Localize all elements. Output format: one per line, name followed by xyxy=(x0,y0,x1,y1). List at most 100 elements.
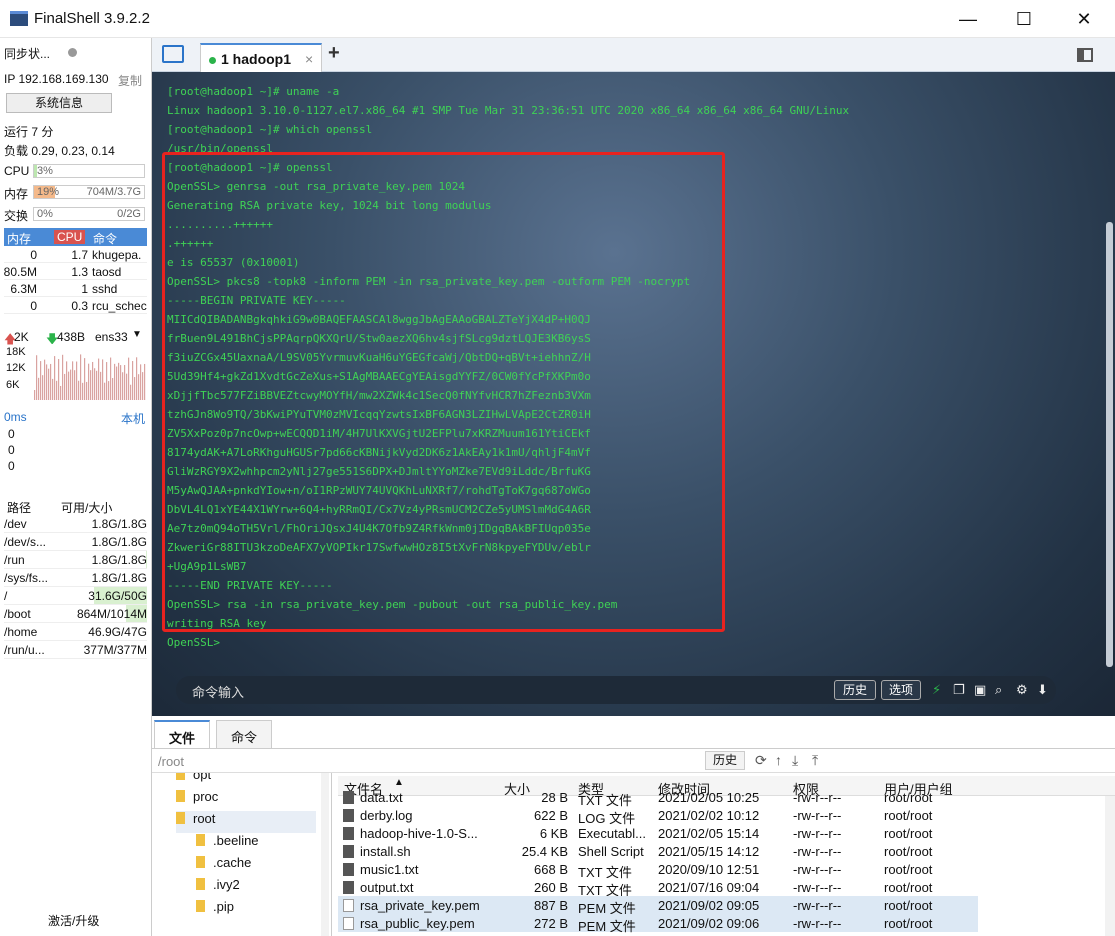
proc-header-mem[interactable]: 内存 xyxy=(7,230,31,247)
file-owner: root/root xyxy=(884,844,933,859)
search-icon[interactable]: ⌕ xyxy=(995,683,1008,696)
net-graph-bar xyxy=(82,382,84,400)
file-name: music1.txt xyxy=(360,862,419,877)
folder-icon xyxy=(176,790,185,802)
tab-commands[interactable]: 命令 xyxy=(216,720,273,749)
file-row[interactable]: output.txt 260 B TXT 文件 2021/07/16 09:04 -rw… xyxy=(338,878,978,898)
disk-path: / xyxy=(4,589,8,603)
add-tab-button[interactable]: + xyxy=(328,42,340,65)
net-graph-bar xyxy=(42,375,44,400)
process-mem: 80.5M xyxy=(3,265,37,279)
tab-close-icon[interactable]: × xyxy=(305,51,313,67)
tab-hadoop1[interactable]: 1 hadoop1 × xyxy=(200,43,322,72)
refresh-icon[interactable]: ⟳ xyxy=(755,752,767,769)
sync-dot-icon xyxy=(68,48,77,57)
disk-size: 1.8G/1.8G xyxy=(91,517,147,531)
tree-scrollbar[interactable] xyxy=(321,773,329,936)
net-down: 438B xyxy=(57,330,86,344)
file-mtime: 2021/02/02 10:12 xyxy=(658,808,760,823)
file-row[interactable]: rsa_public_key.pem 272 B PEM 文件 2021/09/02 … xyxy=(338,914,978,934)
path-history-button[interactable]: 历史 xyxy=(705,751,745,770)
net-graph-bar xyxy=(66,361,68,400)
folder-icon xyxy=(196,834,205,846)
net-graph-bar xyxy=(56,380,58,400)
file-perm: -rw-r--r-- xyxy=(793,916,842,931)
txt-file-icon xyxy=(343,881,354,894)
process-row[interactable]: 0 1.7 khugepa. xyxy=(4,246,147,263)
folder-open-icon[interactable] xyxy=(162,45,184,63)
net-graph-bar xyxy=(110,357,112,400)
lightning-icon[interactable]: ⚡ xyxy=(932,683,945,696)
terminal-line: [root@hadoop1 ~]# uname -a xyxy=(167,85,340,98)
net-graph-bar xyxy=(126,373,128,400)
tree-item[interactable]: opt xyxy=(176,773,211,789)
net-graph-bar xyxy=(38,377,40,400)
close-button[interactable]: ✕ xyxy=(1061,4,1107,34)
path-input[interactable]: /root xyxy=(158,754,184,769)
sort-up-icon: ▲ xyxy=(394,777,404,788)
file-row[interactable]: derby.log 622 B LOG 文件 2021/02/02 10:12 -rw-… xyxy=(338,806,978,826)
tree-item[interactable]: .ivy2 xyxy=(196,877,240,899)
file-list-scrollbar[interactable] xyxy=(1105,796,1115,936)
process-row[interactable]: 80.5M 1.3 taosd xyxy=(4,263,147,280)
net-graph-bar xyxy=(106,362,108,400)
file-size: 622 B xyxy=(534,808,568,823)
net-graph-bar xyxy=(76,361,78,400)
proc-header-cmd[interactable]: 命令 xyxy=(93,230,117,247)
disk-row: /run/u... 377M/377M xyxy=(4,641,147,659)
paste-icon[interactable]: ▣ xyxy=(974,683,987,696)
cpu-meter: 3% xyxy=(33,164,145,178)
disk-size: 1.8G/1.8G xyxy=(91,571,147,585)
exe-file-icon xyxy=(343,827,354,840)
net-graph-bar xyxy=(90,370,92,400)
tree-item[interactable]: .cache xyxy=(196,855,251,877)
file-row[interactable]: install.sh 25.4 KB Shell Script 2021/05/15 … xyxy=(338,842,978,860)
process-table-header: 内存 CPU 命令 xyxy=(4,228,147,246)
file-name: install.sh xyxy=(360,844,411,859)
file-perm: -rw-r--r-- xyxy=(793,826,842,841)
load-average: 负载 0.29, 0.23, 0.14 xyxy=(4,144,115,158)
tree-item[interactable]: .beeline xyxy=(196,833,259,855)
chevron-down-icon[interactable]: ▼ xyxy=(132,329,142,340)
path-bar: /root 历史 ⟳ ↑ ⤓ ⤒ xyxy=(152,749,1115,773)
file-owner: root/root xyxy=(884,898,933,913)
process-row[interactable]: 6.3M 1 sshd xyxy=(4,280,147,297)
net-graph-bar xyxy=(130,384,132,400)
proc-header-cpu[interactable]: CPU xyxy=(54,230,86,244)
copy-icon[interactable]: ❐ xyxy=(953,683,966,696)
arrow-down-icon[interactable]: ⬇ xyxy=(1037,683,1050,696)
up-arrow-icon[interactable]: ↑ xyxy=(775,752,782,768)
activate-upgrade-link[interactable]: 激活/升级 xyxy=(48,912,99,929)
process-row[interactable]: 0 0.3 rcu_schec xyxy=(4,297,147,314)
net-graph-bar xyxy=(46,364,48,400)
latency-host[interactable]: 本机 xyxy=(121,410,145,427)
tree-item-label: .ivy2 xyxy=(213,877,240,892)
terminal[interactable]: [root@hadoop1 ~]# uname -a Linux hadoop1 … xyxy=(152,72,1115,716)
upload-icon[interactable]: ⤒ xyxy=(812,752,818,769)
tree-item[interactable]: root xyxy=(176,811,316,833)
terminal-scrollbar[interactable] xyxy=(1106,222,1113,667)
copy-ip-link[interactable]: 复制 xyxy=(118,72,142,89)
download-icon[interactable]: ⤓ xyxy=(792,752,798,769)
file-name: data.txt xyxy=(360,790,403,805)
minimize-button[interactable]: — xyxy=(945,4,991,34)
tree-item-label: .cache xyxy=(213,855,252,870)
maximize-button[interactable]: ☐ xyxy=(1001,4,1047,34)
file-row[interactable]: hadoop-hive-1.0-S... 6 KB Executabl... 2021… xyxy=(338,824,978,842)
file-row[interactable]: music1.txt 668 B TXT 文件 2020/09/10 12:51 -rw… xyxy=(338,860,978,880)
terminal-line: [root@hadoop1 ~]# which openssl xyxy=(167,123,373,136)
tree-item[interactable]: proc xyxy=(176,789,218,811)
options-button[interactable]: 选项 xyxy=(881,680,921,700)
command-input-bar[interactable]: 命令输入 历史 选项 ⚡ ❐ ▣ ⌕ ⚙ ⬇ xyxy=(176,676,1056,704)
file-row[interactable]: data.txt 28 B TXT 文件 2021/02/05 10:25 -rw-r-… xyxy=(338,788,978,808)
system-info-button[interactable]: 系统信息 xyxy=(6,93,112,113)
file-row[interactable]: rsa_private_key.pem 887 B PEM 文件 2021/09/02… xyxy=(338,896,978,916)
tree-item[interactable]: .pip xyxy=(196,899,234,921)
layout-grid-icon[interactable] xyxy=(1077,48,1093,62)
gear-icon[interactable]: ⚙ xyxy=(1016,683,1029,696)
highlight-box xyxy=(162,152,725,632)
history-button[interactable]: 历史 xyxy=(834,680,876,700)
net-interface[interactable]: ens33 xyxy=(95,330,128,344)
tree-item-label: .beeline xyxy=(213,833,259,848)
tab-files[interactable]: 文件 xyxy=(154,720,211,749)
